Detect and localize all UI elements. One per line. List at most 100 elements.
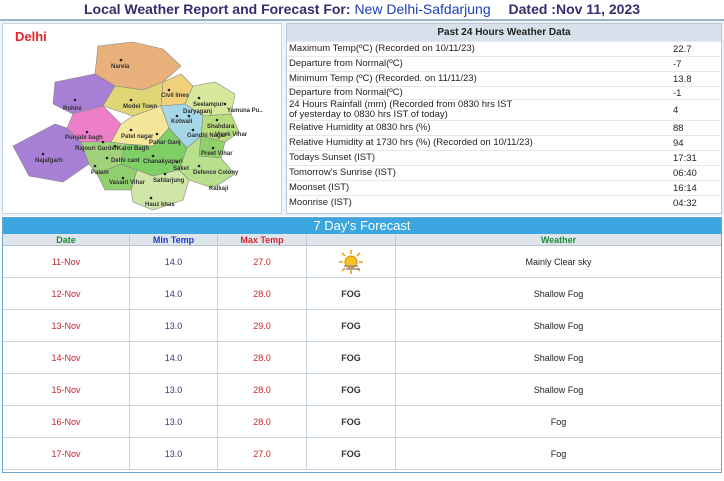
past-row: Departure from Normal(ºC) -7 <box>287 56 721 71</box>
forecast-weather: Fog <box>550 448 567 459</box>
forecast-header: Date Min Temp Max Temp Weather <box>3 234 721 246</box>
forecast-weather: Shallow Fog <box>533 384 584 395</box>
past-row-value: -7 <box>673 58 682 70</box>
map-label-pahar-ganj: Pahar Ganj <box>149 140 181 146</box>
past-row-value: 88 <box>673 122 684 134</box>
past-row: Tomorrow's Sunrise (IST) 06:40 <box>287 165 721 180</box>
header-title: Local Weather Report and Forecast For: <box>83 1 351 17</box>
map-label-chanakyapuri: Chanakyapuri <box>143 159 183 165</box>
past-row: 24 Hours Rainfall (mm) (Recorded from 08… <box>287 99 721 120</box>
col-weather: Weather <box>540 235 577 245</box>
map-label-rajouri-garden: Rajouri Garden <box>75 146 119 152</box>
weather-report-page: Local Weather Report and Forecast For: N… <box>0 0 724 481</box>
forecast-min-temp: 14.0 <box>130 278 218 309</box>
forecast-row: 17-Nov 13.0 27.0 FOG Fog <box>3 438 721 470</box>
past-row: Relative Humidity at 1730 hrs (%) (Recor… <box>287 135 721 150</box>
forecast-weather: Shallow Fog <box>533 352 584 363</box>
map-label-vivek-vihar: Vivek Vihar <box>215 132 248 138</box>
delhi-map-graphic: Narela Rohini Model Town Civil lines See… <box>12 41 263 211</box>
past-row: Maximum Temp(ºC) (Recorded on 10/11/23) 2… <box>287 41 721 56</box>
map-label-kotwali: Kotwali <box>171 119 193 125</box>
past-24h-title: Past 24 Hours Weather Data <box>287 24 721 41</box>
past-row: Moonset (IST) 16:14 <box>287 180 721 195</box>
forecast-panel: 7 Day's Forecast Date Min Temp Max Temp … <box>2 217 722 473</box>
forecast-date: 11-Nov <box>3 246 130 277</box>
forecast-row: 11-Nov 14.0 27.0 Mainly Clear sky <box>3 246 721 278</box>
past-row-value: 06:40 <box>673 167 697 179</box>
past-row-label: 24 Hours Rainfall (mm) (Recorded from 08… <box>289 99 513 120</box>
fog-icon: FOG <box>307 406 396 437</box>
map-title: Delhi <box>15 29 47 44</box>
map-label-karol-bagh: Karol Bagh <box>117 146 149 152</box>
past-row-label: Relative Humidity at 0830 hrs (%) <box>289 122 431 133</box>
station-name: New Delhi-Safdarjung <box>354 1 491 17</box>
forecast-max-temp: 27.0 <box>218 438 307 469</box>
fog-icon: FOG <box>307 342 396 373</box>
forecast-rows: 11-Nov 14.0 27.0 Mainly Clear sky 12-Nov 14.0… <box>3 246 721 472</box>
past-row-label: Todays Sunset (IST) <box>289 152 376 163</box>
forecast-row: 16-Nov 13.0 28.0 FOG Fog <box>3 406 721 438</box>
forecast-min-temp: 13.0 <box>130 310 218 341</box>
forecast-date: 13-Nov <box>3 310 130 341</box>
map-label-daryaganj: Daryaganj <box>183 109 212 115</box>
fog-icon: FOG <box>307 374 396 405</box>
map-label-kalkaji: Kalkaji <box>209 186 229 192</box>
forecast-min-temp: 14.0 <box>130 342 218 373</box>
forecast-weather: Mainly Clear sky <box>525 256 592 267</box>
past-row-label: Minimum Temp (ºC) (Recorded. on 11/11/23… <box>289 73 477 84</box>
forecast-max-temp: 28.0 <box>218 342 307 373</box>
col-date: Date <box>3 234 130 245</box>
forecast-row: 13-Nov 13.0 29.0 FOG Shallow Fog <box>3 310 721 342</box>
sun-haze-icon <box>307 246 396 277</box>
past-row: Moonrise (IST) 04:32 <box>287 195 721 210</box>
top-panel: Narela Rohini Model Town Civil lines See… <box>0 19 724 216</box>
forecast-min-temp: 13.0 <box>130 374 218 405</box>
fog-icon: FOG <box>307 278 396 309</box>
past-row-value: 13.8 <box>673 73 692 85</box>
forecast-date: 12-Nov <box>3 278 130 309</box>
page-header: Local Weather Report and Forecast For: N… <box>0 0 724 19</box>
forecast-weather: Shallow Fog <box>533 320 584 331</box>
past-row-label: Maximum Temp(ºC) (Recorded on 10/11/23) <box>289 43 475 54</box>
forecast-weather: Fog <box>550 416 567 427</box>
past-row: Relative Humidity at 0830 hrs (%) 88 <box>287 120 721 135</box>
delhi-map: Narela Rohini Model Town Civil lines See… <box>2 23 282 214</box>
past-row-value: -1 <box>673 87 682 99</box>
forecast-max-temp: 27.0 <box>218 246 307 277</box>
past-row-label: Tomorrow's Sunrise (IST) <box>289 167 396 178</box>
map-label-vasant-vihar: Vasant Vihar <box>109 180 146 186</box>
forecast-row: 14-Nov 14.0 28.0 FOG Shallow Fog <box>3 342 721 374</box>
report-date: Dated :Nov 11, 2023 <box>508 1 641 17</box>
past-row-label: Relative Humidity at 1730 hrs (%) (Recor… <box>289 137 533 148</box>
map-label-civil-lines: Civil lines <box>161 93 190 99</box>
forecast-min-temp: 13.0 <box>130 438 218 469</box>
forecast-min-temp: 14.0 <box>130 246 218 277</box>
past-row-label: Moonset (IST) <box>289 182 350 193</box>
forecast-min-temp: 13.0 <box>130 406 218 437</box>
col-icon <box>307 234 396 245</box>
past-row: Departure from Normal(ºC) -1 <box>287 86 721 99</box>
past-row-value: 4 <box>673 104 679 116</box>
forecast-max-temp: 28.0 <box>218 374 307 405</box>
map-label-najafgarh: Najafgarh <box>35 158 63 164</box>
map-label-safdarjung: Safdarjung <box>153 178 185 184</box>
fog-icon: FOG <box>307 438 396 469</box>
past-row-label: Moonrise (IST) <box>289 197 352 208</box>
forecast-date: 17-Nov <box>3 438 130 469</box>
map-label-defence-colony: Defence Colony <box>193 170 239 176</box>
past-24h-panel: Past 24 Hours Weather Data Maximum Temp(… <box>286 23 722 214</box>
map-label-saket: Saket <box>173 166 189 172</box>
forecast-date: 15-Nov <box>3 374 130 405</box>
fog-icon: FOG <box>307 310 396 341</box>
forecast-title: 7 Day's Forecast <box>3 218 721 234</box>
forecast-date: 14-Nov <box>3 342 130 373</box>
sun-haze-icon <box>339 249 363 274</box>
map-label-hauz-khas: Hauz khas <box>145 202 175 208</box>
past-row-value: 04:32 <box>673 197 697 209</box>
forecast-max-temp: 28.0 <box>218 406 307 437</box>
past-row-label: Departure from Normal(ºC) <box>289 87 403 98</box>
past-row-value: 94 <box>673 137 684 149</box>
map-label-shahdara: Shahdara <box>207 124 235 130</box>
forecast-weather: Shallow Fog <box>533 288 584 299</box>
map-label-punjabi-bagh: Punjabi bagh <box>65 135 103 141</box>
